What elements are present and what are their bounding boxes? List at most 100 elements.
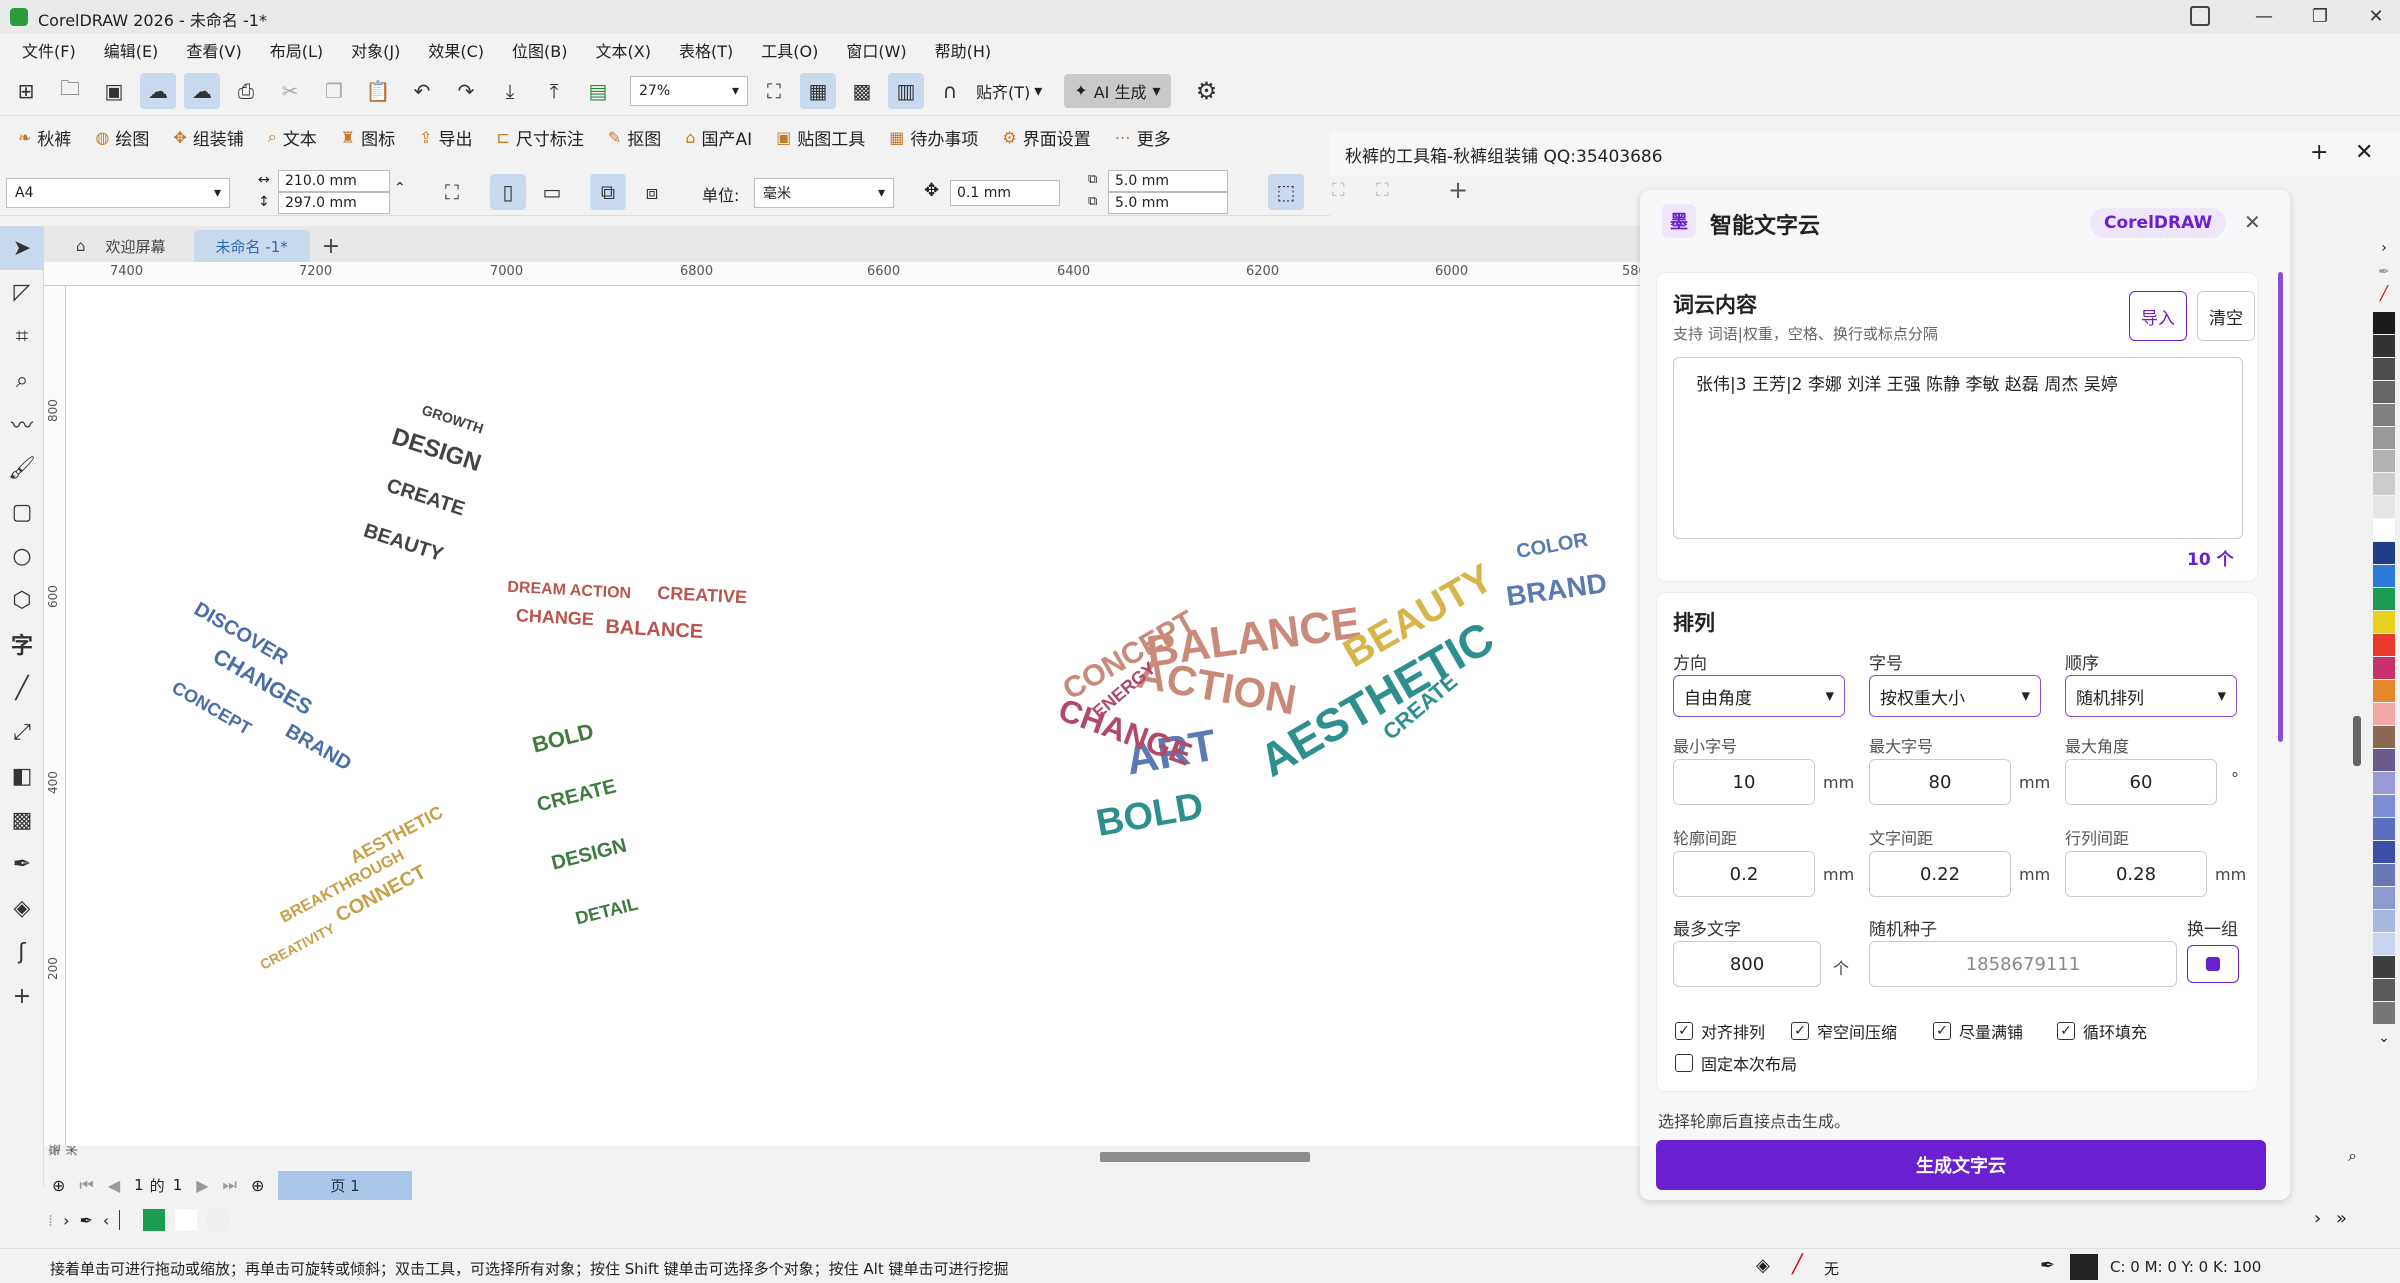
close-icon[interactable]: ✕ bbox=[2355, 140, 2373, 165]
fill-full-checkbox[interactable]: ✓ 尽量满铺 bbox=[1933, 1019, 2023, 1043]
plugin-assembly[interactable]: ✥ 组装铺 bbox=[173, 125, 243, 150]
swatch-light-gray[interactable] bbox=[207, 1209, 230, 1231]
seed-input[interactable]: 1858679111 bbox=[1869, 941, 2177, 987]
menu-object[interactable]: 对象(J) bbox=[351, 38, 400, 62]
palette-swatch[interactable] bbox=[2373, 634, 2395, 656]
import-button[interactable]: 导入 bbox=[2129, 291, 2187, 341]
shadow-tool-icon[interactable]: ◧ bbox=[0, 754, 44, 798]
palette-swatch[interactable] bbox=[2373, 887, 2395, 909]
palette-swatch[interactable] bbox=[2373, 611, 2395, 633]
fix-layout-checkbox[interactable]: 固定本次布局 bbox=[1675, 1051, 1797, 1075]
add-tab-icon[interactable]: + bbox=[310, 230, 352, 262]
palette-swatch[interactable] bbox=[2373, 496, 2395, 518]
order-select[interactable]: 随机排列 ▾ bbox=[2065, 675, 2237, 717]
show-guidelines-icon[interactable]: ▥ bbox=[888, 72, 924, 109]
snap-dropdown[interactable]: 贴齐(T) ▾ bbox=[976, 79, 1042, 103]
last-page-icon[interactable]: ⏭ bbox=[223, 1175, 237, 1195]
cloud-download-icon[interactable]: ☁ bbox=[140, 72, 176, 109]
palette-scroll-down-icon[interactable]: ⌄ bbox=[2368, 1030, 2400, 1046]
word-list-textarea[interactable]: 张伟|3 王芳|2 李娜 刘洋 王强 陈静 李敏 赵磊 周杰 吴婷 bbox=[1673, 357, 2243, 539]
palette-swatch[interactable] bbox=[2373, 657, 2395, 679]
shuffle-dice-button[interactable] bbox=[2187, 945, 2239, 983]
panel-close-icon[interactable]: ✕ bbox=[2244, 210, 2261, 234]
add-tool-icon[interactable]: + bbox=[0, 974, 44, 1018]
horizontal-scrollbar[interactable] bbox=[1100, 1152, 1310, 1162]
fontsize-select[interactable]: 按权重大小 ▾ bbox=[1869, 675, 2041, 717]
plugin-export[interactable]: ⇪ 导出 bbox=[419, 125, 472, 150]
next-page-icon[interactable]: ▶ bbox=[196, 1176, 208, 1195]
palette-eyedropper-icon[interactable]: ✒ bbox=[2368, 264, 2400, 280]
palette-swatch[interactable] bbox=[2373, 726, 2395, 748]
tab-welcome[interactable]: ⌂ 欢迎屏幕 bbox=[54, 230, 188, 262]
collapse-icon[interactable]: ‹ bbox=[103, 1211, 109, 1230]
palette-swatch[interactable] bbox=[2373, 519, 2395, 541]
menu-table[interactable]: 表格(T) bbox=[679, 38, 733, 62]
palette-swatch[interactable] bbox=[2373, 542, 2395, 564]
menu-layout[interactable]: 布局(L) bbox=[270, 38, 323, 62]
palette-swatch[interactable] bbox=[2373, 795, 2395, 817]
plugin-ui-settings[interactable]: ⚙ 界面设置 bbox=[1002, 125, 1090, 150]
word-cloud-shape-yellow[interactable]: AESTHETIC BREAKTHROUGH CONNECT CREATIVIT… bbox=[232, 790, 499, 983]
palette-swatch[interactable] bbox=[2373, 979, 2395, 1001]
connector-tool-icon[interactable]: ╱ bbox=[0, 666, 44, 710]
clear-button[interactable]: 清空 bbox=[2197, 291, 2255, 341]
polygon-tool-icon[interactable]: ⬡ bbox=[0, 578, 44, 622]
freehand-tool-icon[interactable]: 〰 bbox=[0, 402, 44, 446]
panel-resize-handle[interactable] bbox=[2353, 716, 2361, 766]
plugin-qiuku[interactable]: ❧ 秋裤 bbox=[18, 125, 71, 150]
eyedropper-icon[interactable]: ✒ bbox=[80, 1211, 93, 1230]
palette-swatch[interactable] bbox=[2373, 818, 2395, 840]
smart-fill-icon[interactable]: ʃ bbox=[0, 930, 44, 974]
menu-effects[interactable]: 效果(C) bbox=[428, 38, 484, 62]
palette-swatch[interactable] bbox=[2373, 841, 2395, 863]
plugin-drawing[interactable]: ◍ 绘图 bbox=[95, 125, 149, 150]
plugin-todo[interactable]: ▦ 待办事项 bbox=[889, 125, 978, 150]
compress-checkbox[interactable]: ✓ 窄空间压缩 bbox=[1791, 1019, 1897, 1043]
swatch-white[interactable] bbox=[175, 1209, 198, 1231]
expand-icon[interactable]: › bbox=[63, 1211, 69, 1230]
add-docker-icon[interactable]: + bbox=[1448, 176, 1468, 204]
generate-button[interactable]: 生成文字云 bbox=[1656, 1140, 2266, 1190]
page-height-input[interactable]: 297.0 mm bbox=[278, 192, 390, 214]
portrait-icon[interactable]: ▯ bbox=[490, 174, 526, 210]
add-page-before-icon[interactable]: ⊕ bbox=[52, 1176, 65, 1195]
palette-swatch[interactable] bbox=[2373, 381, 2395, 403]
landscape-icon[interactable]: ▭ bbox=[534, 174, 570, 210]
snap-magnet-icon[interactable]: ∩ bbox=[932, 73, 968, 109]
palette-swatch[interactable] bbox=[2373, 1002, 2395, 1024]
plugin-domestic-ai[interactable]: ⌂ 国产AI bbox=[685, 125, 752, 150]
shape-tool-icon[interactable]: ◸ bbox=[0, 270, 44, 314]
artistic-media-icon[interactable]: 🖌 bbox=[0, 446, 44, 490]
show-grid-icon[interactable]: ▩ bbox=[844, 73, 880, 109]
zoom-small-icon[interactable]: ⌕ bbox=[2348, 1146, 2357, 1166]
panel-scrollbar[interactable] bbox=[2278, 272, 2283, 742]
text-tool-icon[interactable]: 字 bbox=[0, 622, 44, 666]
unlock-icon[interactable]: ⛶ bbox=[1376, 180, 1389, 201]
maximize-button[interactable]: ❐ bbox=[2292, 0, 2348, 34]
menu-edit[interactable]: 编辑(E) bbox=[104, 38, 159, 62]
palette-swatch[interactable] bbox=[2373, 565, 2395, 587]
scroll-right-icon[interactable]: › bbox=[2314, 1208, 2321, 1229]
minimize-button[interactable]: — bbox=[2236, 0, 2292, 34]
treat-as-filled-icon[interactable]: ⬚ bbox=[1268, 174, 1304, 210]
palette-swatch[interactable] bbox=[2373, 749, 2395, 771]
palette-swatch[interactable] bbox=[2373, 956, 2395, 978]
menu-tools[interactable]: 工具(O) bbox=[761, 38, 818, 62]
settings-gear-icon[interactable]: ⚙ bbox=[1189, 73, 1225, 109]
word-cloud-shape-animal[interactable]: BALANCE ACTION BEAUTY AESTHETIC ART CHAN… bbox=[916, 466, 1646, 926]
plugin-cutout[interactable]: ✎ 抠图 bbox=[608, 125, 661, 150]
menu-view[interactable]: 查看(V) bbox=[186, 38, 241, 62]
menu-window[interactable]: 窗口(W) bbox=[846, 38, 906, 62]
loop-fill-checkbox[interactable]: ✓ 循环填充 bbox=[2057, 1019, 2147, 1043]
palette-swatch[interactable] bbox=[2373, 473, 2395, 495]
palette-swatch[interactable] bbox=[2373, 335, 2395, 357]
menu-help[interactable]: 帮助(H) bbox=[935, 38, 992, 62]
export-icon[interactable]: ⤒ bbox=[536, 73, 572, 109]
fit-page-icon[interactable]: ⛶ bbox=[434, 174, 470, 210]
palette-swatch[interactable] bbox=[2373, 404, 2395, 426]
word-cloud-shape-green[interactable]: BOLD CREATE DESIGN DETAIL bbox=[508, 709, 653, 964]
plugin-icons[interactable]: ♜ 图标 bbox=[341, 125, 395, 150]
outline-gap-input[interactable]: 0.2 bbox=[1673, 851, 1815, 897]
line-gap-input[interactable]: 0.28 bbox=[2065, 851, 2207, 897]
tab-document[interactable]: 未命名 -1* bbox=[193, 230, 310, 262]
